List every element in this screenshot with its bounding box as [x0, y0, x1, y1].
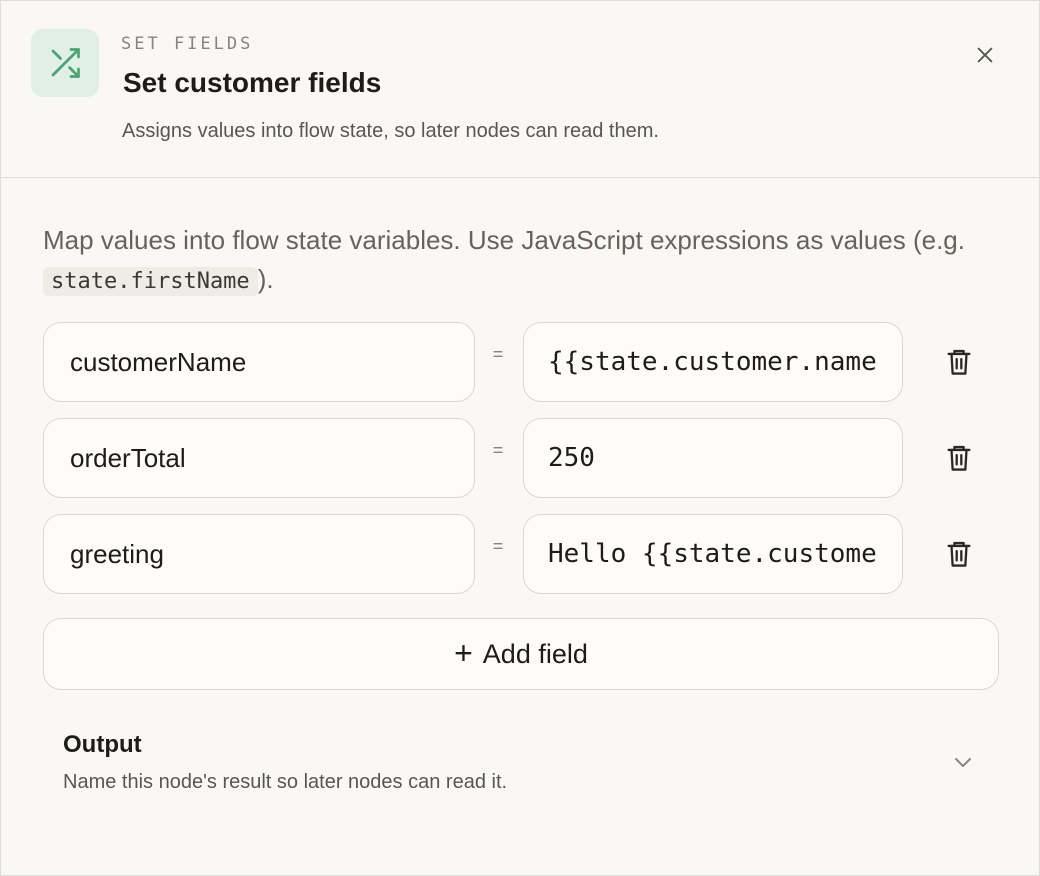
delete-field-button[interactable] [939, 342, 979, 382]
trash-icon [947, 445, 971, 471]
field-value-input[interactable] [523, 322, 903, 402]
add-field-button[interactable]: + Add field [43, 618, 999, 690]
output-title: Output [63, 731, 142, 758]
equals-sign: = [492, 440, 504, 460]
equals-sign: = [492, 536, 504, 556]
field-value-input[interactable] [523, 514, 903, 594]
field-name-input[interactable] [43, 418, 475, 498]
add-field-label: Add field [482, 638, 588, 669]
output-section-toggle[interactable]: Output Name this node's result so later … [43, 713, 999, 813]
page-title: Set customer fields [123, 67, 382, 98]
field-value-input[interactable] [523, 418, 903, 498]
close-button[interactable] [965, 35, 1005, 75]
node-description: Assigns values into flow state, so later… [122, 120, 659, 142]
field-name-input[interactable] [43, 322, 475, 402]
equals-sign: = [492, 344, 504, 364]
plus-icon: + [454, 634, 473, 671]
set-fields-panel: SET FIELDS Set customer fields Assigns v… [0, 0, 1040, 876]
trash-icon [947, 541, 971, 567]
field-name-input[interactable] [43, 514, 475, 594]
delete-field-button[interactable] [939, 438, 979, 478]
field-row: = [43, 418, 1003, 498]
output-description: Name this node's result so later nodes c… [63, 771, 508, 793]
field-row: = [43, 514, 1003, 594]
panel-header: SET FIELDS Set customer fields Assigns v… [1, 1, 1039, 178]
instructions-text-start: Map values into flow state variables. Us… [43, 225, 965, 255]
node-type-badge [31, 29, 99, 97]
chevron-down-icon [949, 751, 977, 775]
trash-icon [947, 349, 971, 375]
instructions-text: Map values into flow state variables. Us… [43, 221, 983, 301]
delete-field-button[interactable] [939, 534, 979, 574]
instructions-text-end: ). [257, 264, 274, 294]
field-row: = [43, 322, 1003, 402]
inline-code-example: state.firstName [43, 267, 258, 296]
shuffle-icon [51, 48, 80, 78]
node-type-label: SET FIELDS [121, 34, 254, 54]
close-icon [977, 47, 993, 63]
